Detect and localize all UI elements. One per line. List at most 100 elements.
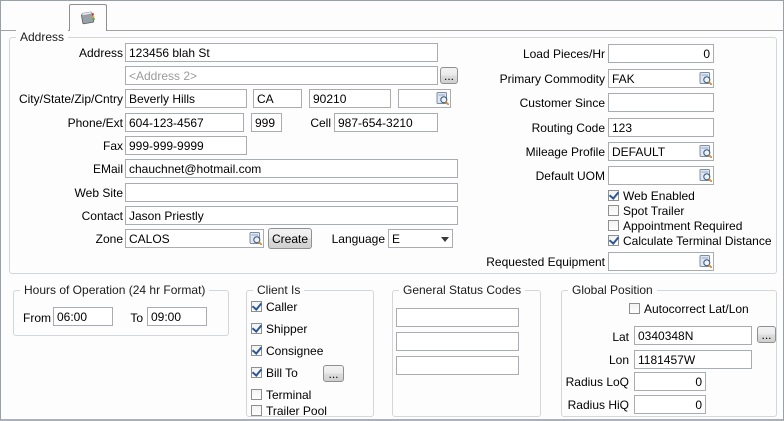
checkbox-box [608,190,619,201]
language-combobox[interactable]: E [388,229,453,248]
load-pieces-input[interactable] [609,45,713,62]
web-enabled-checkbox[interactable]: Web Enabled [608,189,695,202]
hours-from-field[interactable] [53,307,113,326]
phone-ext-label: Phone/Ext [5,116,123,130]
status-code-input-2[interactable] [397,333,518,350]
chevron-down-icon [438,232,452,246]
hours-from-label: From [17,311,51,325]
hours-to-field[interactable] [147,307,207,326]
radius-hiq-input[interactable] [635,396,705,413]
address1-input[interactable] [126,44,437,61]
load-pieces-field[interactable] [608,44,714,63]
primary-commodity-field[interactable] [608,69,714,88]
lon-label: Lon [561,353,629,367]
city-input[interactable] [126,90,246,107]
mileage-profile-field[interactable] [608,142,714,161]
phone-input[interactable] [126,114,243,131]
calculate-terminal-distance-checkbox[interactable]: Calculate Terminal Distance [608,234,772,247]
country-input[interactable] [399,90,436,107]
autocorrect-latlon-checkbox[interactable]: Autocorrect Lat/Lon [629,302,749,315]
website-input[interactable] [126,184,457,201]
lookup-icon[interactable] [699,169,712,182]
city-state-zip-label: City/State/Zip/Cntry [5,92,123,106]
customer-since-label: Customer Since [451,96,605,110]
bill-to-checkbox[interactable]: Bill To [251,366,298,379]
lon-input[interactable] [635,351,751,368]
cell-input[interactable] [335,114,437,131]
zip-input[interactable] [310,90,390,107]
zone-field[interactable] [125,229,264,248]
address1-field[interactable] [125,43,438,62]
checkbox-box [251,301,262,312]
requested-equipment-input[interactable] [609,253,699,270]
bill-to-more-button[interactable]: ... [323,365,344,382]
shipper-checkbox[interactable]: Shipper [251,322,307,335]
routing-code-input[interactable] [609,119,713,136]
cell-field[interactable] [334,113,438,132]
email-input[interactable] [126,160,457,177]
lon-field[interactable] [634,350,752,369]
email-label: EMail [5,162,123,176]
address2-field[interactable] [125,66,438,85]
radius-hiq-field[interactable] [634,395,706,414]
checkbox-label: Appointment Required [623,219,742,233]
lookup-icon[interactable] [699,145,712,158]
website-field[interactable] [125,183,458,202]
status-code-field-3[interactable] [396,356,519,375]
consignee-checkbox[interactable]: Consignee [251,344,323,357]
hours-to-input[interactable] [148,308,206,325]
customer-since-input[interactable] [609,94,713,111]
global-position-group-title: Global Position [568,283,657,297]
contact-field[interactable] [125,206,458,225]
status-codes-group-title: General Status Codes [399,283,525,297]
hours-from-input[interactable] [54,308,112,325]
radius-loq-field[interactable] [634,372,706,391]
tab-strip-divider [1,30,783,31]
customer-since-field[interactable] [608,93,714,112]
contact-label: Contact [5,209,123,223]
ext-input[interactable] [252,114,281,131]
radius-hiq-label: Radius HiQ [561,398,629,412]
routing-code-field[interactable] [608,118,714,137]
status-code-field-2[interactable] [396,332,519,351]
caller-checkbox[interactable]: Caller [251,300,297,313]
phone-field[interactable] [125,113,244,132]
lookup-icon[interactable] [436,92,449,105]
fax-field[interactable] [125,136,247,155]
lookup-icon[interactable] [249,232,262,245]
default-uom-field[interactable] [608,166,714,185]
tab-address-book[interactable] [69,4,107,31]
status-code-input-3[interactable] [397,357,518,374]
state-input[interactable] [254,90,301,107]
state-field[interactable] [253,89,302,108]
status-code-input-1[interactable] [397,309,518,326]
lookup-icon[interactable] [699,255,712,268]
lookup-icon[interactable] [699,72,712,85]
trailer-pool-checkbox[interactable]: Trailer Pool [251,404,327,417]
requested-equipment-field[interactable] [608,252,714,271]
lat-more-button[interactable]: ... [757,326,776,343]
country-field[interactable] [398,89,451,108]
email-field[interactable] [125,159,458,178]
lat-field[interactable] [634,326,752,345]
ext-field[interactable] [251,113,282,132]
address-label: Address [5,46,123,60]
default-uom-input[interactable] [609,167,699,184]
zip-field[interactable] [309,89,391,108]
contact-input[interactable] [126,207,457,224]
radius-loq-input[interactable] [635,373,705,390]
address2-input[interactable] [126,67,437,84]
city-field[interactable] [125,89,247,108]
primary-commodity-input[interactable] [609,70,699,87]
status-code-field-1[interactable] [396,308,519,327]
website-label: Web Site [5,186,123,200]
spot-trailer-checkbox[interactable]: Spot Trailer [608,204,684,217]
terminal-checkbox[interactable]: Terminal [251,388,311,401]
routing-code-label: Routing Code [451,121,605,135]
lat-input[interactable] [635,327,751,344]
zone-input[interactable] [126,230,249,247]
mileage-profile-input[interactable] [609,143,699,160]
appointment-required-checkbox[interactable]: Appointment Required [608,219,742,232]
fax-input[interactable] [126,137,246,154]
checkbox-label: Caller [266,300,297,314]
